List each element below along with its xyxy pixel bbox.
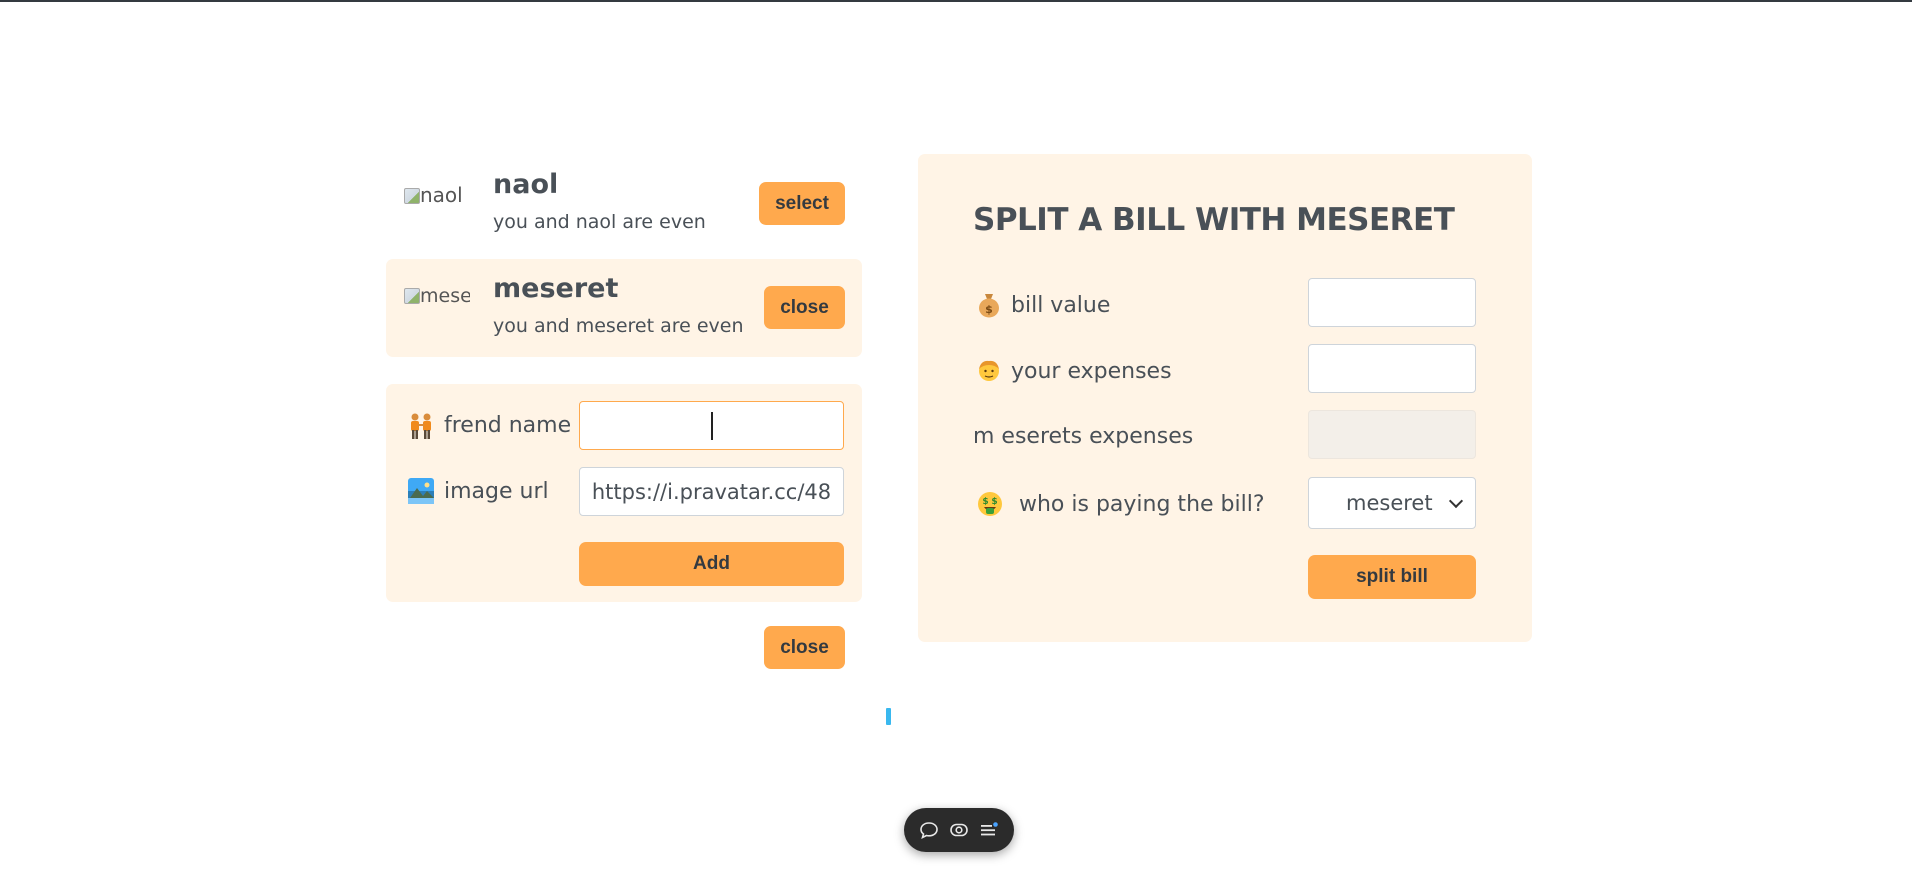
- friend-item-meseret: meseret meseret you and meseret are even…: [386, 259, 862, 357]
- friend-item-naol: naol naol you and naol are even select: [386, 155, 862, 253]
- friend-name: meseret: [493, 273, 619, 304]
- picture-icon: [408, 478, 434, 504]
- friend-expenses-label-text: m eserets expenses: [973, 424, 1194, 449]
- add-friend-form: frend name image url https://i.pravatar.…: [386, 384, 862, 602]
- chevron-down-icon: [1448, 493, 1464, 509]
- svg-text:$: $: [982, 497, 988, 507]
- people-holding-hands-icon: [408, 412, 434, 439]
- add-friend-button[interactable]: Add: [579, 542, 844, 586]
- close-friend-button[interactable]: close: [764, 286, 845, 329]
- your-expenses-label: your expenses: [977, 358, 1172, 384]
- avatar: meseret: [404, 285, 470, 331]
- friend-expenses-input: [1308, 410, 1476, 459]
- avatar-alt-text: naol: [420, 183, 463, 207]
- friend-balance-status: you and meseret are even: [493, 315, 744, 337]
- broken-image-icon: [404, 288, 420, 304]
- svg-text:$: $: [991, 497, 997, 507]
- image-url-value: https://i.pravatar.cc/48: [591, 479, 832, 504]
- bill-value-label: $ bill value: [977, 292, 1110, 318]
- money-mouth-face-icon: $ $: [977, 491, 1003, 517]
- split-bill-button[interactable]: split bill: [1308, 555, 1476, 599]
- friend-balance-status: you and naol are even: [493, 211, 706, 233]
- split-bill-title: SPLIT A BILL WITH MESERET: [973, 202, 1455, 238]
- image-url-label: image url: [408, 478, 549, 504]
- friend-name-label-text: frend name: [444, 412, 572, 438]
- payer-selected-value: meseret: [1346, 491, 1433, 515]
- menu-list-icon[interactable]: [979, 820, 999, 840]
- payer-label: $ $ who is paying the bill?: [977, 491, 1265, 517]
- bill-value-input[interactable]: [1308, 278, 1476, 327]
- person-icon: [977, 358, 1001, 384]
- your-expenses-input[interactable]: [1308, 344, 1476, 393]
- friend-name: naol: [493, 169, 559, 200]
- avatar-alt-text: meseret: [420, 285, 470, 307]
- svg-text:$: $: [985, 303, 993, 316]
- text-caret: [710, 411, 713, 440]
- your-expenses-label-text: your expenses: [1011, 358, 1172, 384]
- close-form-button[interactable]: close: [764, 626, 845, 669]
- bill-value-label-text: bill value: [1011, 292, 1111, 318]
- payer-label-text: who is paying the bill?: [1019, 491, 1265, 517]
- floating-toolbar: [904, 808, 1014, 852]
- image-url-label-text: image url: [444, 478, 549, 504]
- top-border: [0, 0, 1912, 2]
- broken-image-icon: [404, 188, 420, 204]
- split-bill-form: SPLIT A BILL WITH MESERET $ bill value y…: [918, 154, 1532, 642]
- image-url-input[interactable]: https://i.pravatar.cc/48: [579, 467, 844, 516]
- chat-bubble-icon[interactable]: [919, 820, 939, 840]
- friend-name-label: frend name: [408, 412, 572, 439]
- cursor-marker: [886, 708, 891, 725]
- avatar: naol: [404, 183, 468, 229]
- payer-select[interactable]: meseret: [1308, 477, 1476, 529]
- eye-icon[interactable]: [949, 820, 969, 840]
- friend-expenses-label: m eserets expenses: [973, 424, 1193, 449]
- select-friend-button[interactable]: select: [759, 182, 845, 225]
- friend-name-input[interactable]: [579, 401, 844, 450]
- money-bag-icon: $: [977, 292, 1001, 318]
